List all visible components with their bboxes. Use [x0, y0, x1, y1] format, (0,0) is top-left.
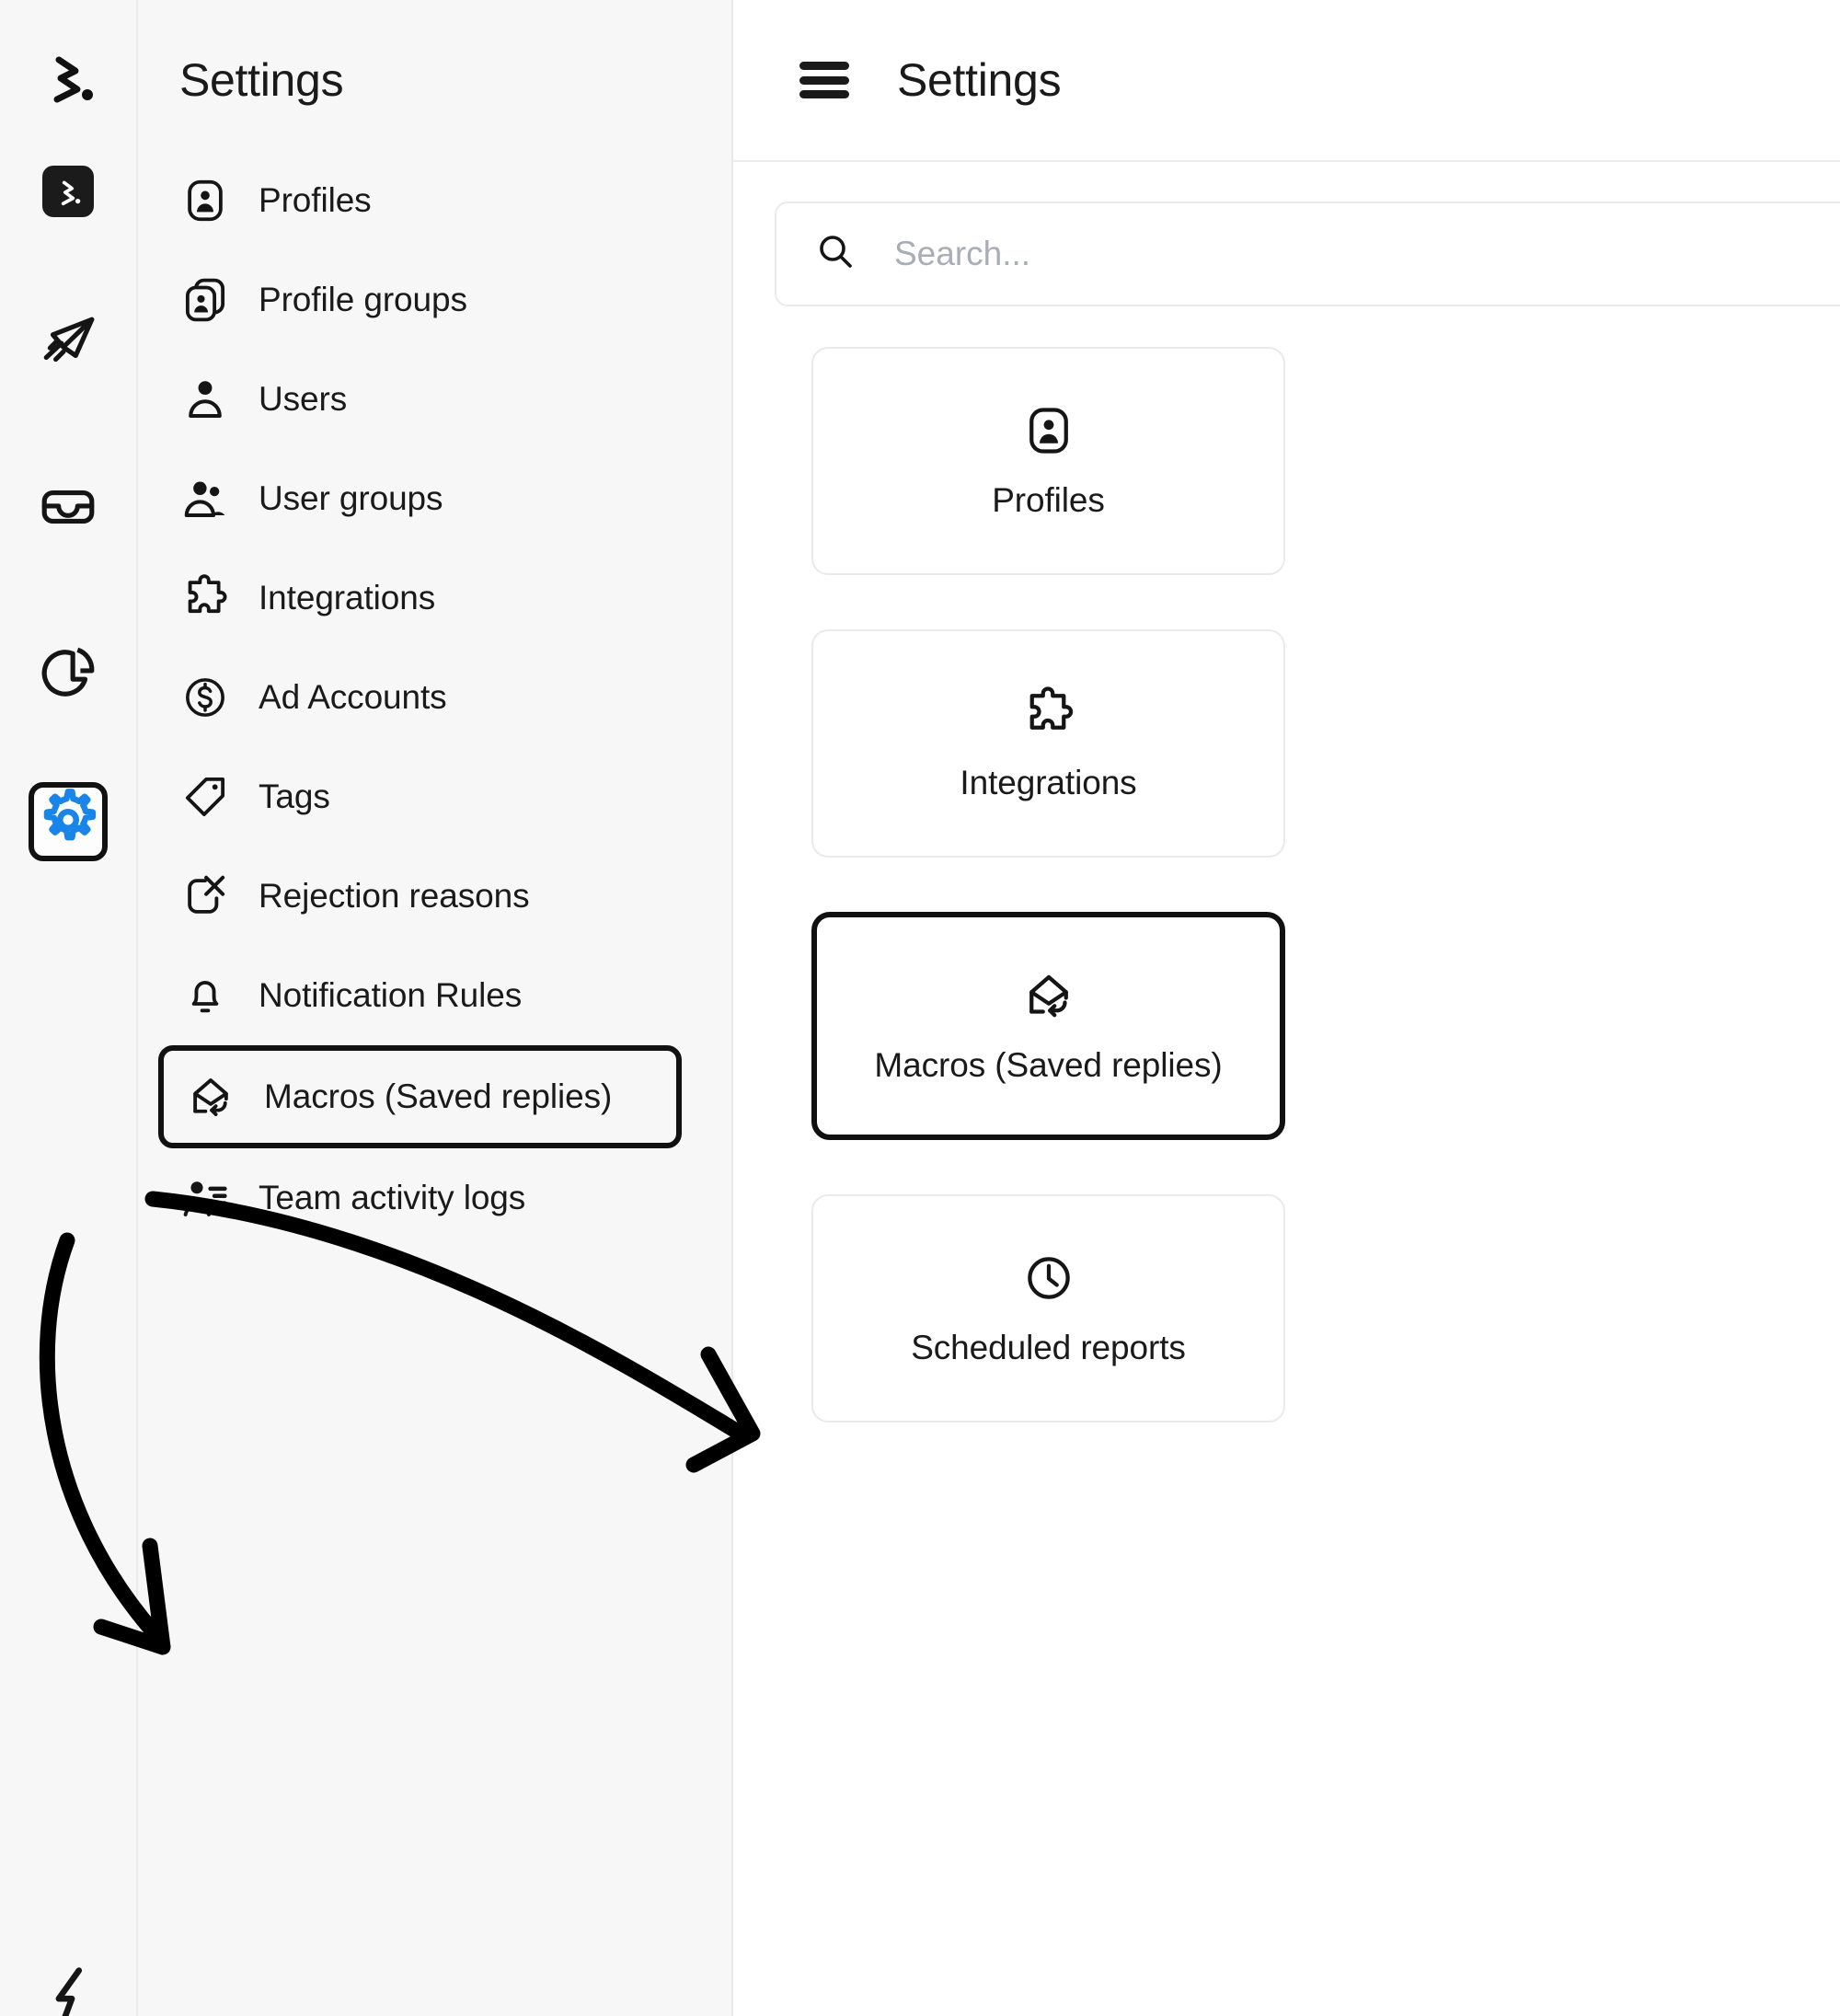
search-placeholder: Search...	[894, 235, 1031, 272]
nav-panel-title: Settings	[179, 54, 344, 106]
detail-header: Settings	[733, 0, 1840, 162]
open-envelope-reply-icon	[185, 1071, 236, 1123]
pie-chart-icon	[38, 642, 98, 708]
puzzle-piece-icon	[1021, 685, 1076, 742]
sidebar-item-ad-accounts[interactable]: Ad Accounts	[138, 648, 731, 747]
hamburger-menu-icon[interactable]	[799, 62, 849, 98]
rail-item-analytics[interactable]	[29, 635, 108, 714]
profile-card-icon	[1021, 402, 1076, 459]
sidebar-item-rejection-reasons[interactable]: Rejection reasons	[138, 847, 731, 946]
settings-screen: Settings Profiles Profile groups Users U…	[0, 0, 1840, 2016]
settings-card-macros[interactable]: Macros (Saved replies)	[811, 912, 1285, 1140]
sidebar-item-notification-rules[interactable]: Notification Rules	[138, 946, 731, 1045]
sidebar-item-label: Users	[259, 380, 348, 418]
sidebar-item-label: Rejection reasons	[259, 877, 530, 915]
profile-cards-stack-icon	[179, 274, 231, 326]
sidebar-item-label: Notification Rules	[259, 976, 523, 1014]
brand-zigzag-logo-icon[interactable]	[39, 44, 98, 109]
card-label: Macros (Saved replies)	[874, 1046, 1223, 1084]
sidebar-item-profiles[interactable]: Profiles	[138, 151, 731, 250]
settings-card-profiles[interactable]: Profiles	[811, 347, 1285, 575]
user-list-icon	[179, 1172, 231, 1224]
sidebar-item-users[interactable]: Users	[138, 350, 731, 449]
sidebar-item-label: Team activity logs	[259, 1179, 526, 1216]
sidebar-item-tags[interactable]: Tags	[138, 747, 731, 847]
card-label: Profiles	[992, 481, 1105, 519]
settings-card-scheduled-reports[interactable]: Scheduled reports	[811, 1194, 1285, 1423]
rail-item-partial-bottom[interactable]	[39, 1964, 103, 2016]
sidebar-item-label: Profile groups	[259, 281, 467, 318]
paper-plane-icon	[38, 311, 98, 376]
rail-item-inbox[interactable]	[29, 469, 108, 548]
sidebar-item-label: User groups	[259, 479, 443, 517]
rejection-x-icon	[179, 870, 231, 922]
sidebar-item-macros[interactable]: Macros (Saved replies)	[158, 1045, 682, 1148]
sidebar-item-integrations[interactable]: Integrations	[138, 548, 731, 648]
card-label: Integrations	[960, 764, 1137, 801]
bell-icon	[179, 970, 231, 1021]
settings-card-integrations[interactable]: Integrations	[811, 629, 1285, 858]
user-icon	[179, 374, 231, 425]
puzzle-piece-icon	[179, 572, 231, 624]
sidebar-item-label: Macros (Saved replies)	[264, 1077, 613, 1115]
sidebar-item-label: Ad Accounts	[259, 678, 447, 716]
inbox-icon	[38, 477, 98, 542]
open-envelope-reply-icon	[1021, 967, 1076, 1024]
dollar-circle-icon	[179, 672, 231, 723]
users-group-icon	[179, 473, 231, 524]
sidebar-item-user-groups[interactable]: User groups	[138, 449, 731, 548]
sidebar-item-label: Tags	[259, 778, 330, 815]
brand-zigzag-badge-icon[interactable]	[42, 166, 94, 217]
settings-card-grid: Profiles Integrations Macros (Saved repl…	[733, 347, 1840, 1423]
rail-item-settings[interactable]	[29, 782, 108, 861]
sidebar-item-label: Profiles	[259, 181, 372, 219]
gear-icon	[36, 788, 100, 857]
search-input[interactable]: Search...	[775, 202, 1840, 306]
clock-icon	[1021, 1250, 1076, 1307]
settings-nav-panel: Settings Profiles Profile groups Users U…	[138, 0, 733, 2016]
settings-nav-list: Profiles Profile groups Users User group…	[138, 151, 731, 1248]
profile-card-icon	[179, 175, 231, 226]
sidebar-item-label: Integrations	[259, 579, 436, 616]
tag-icon	[179, 771, 231, 823]
search-icon	[813, 230, 857, 279]
sidebar-item-profile-groups[interactable]: Profile groups	[138, 250, 731, 350]
page-title: Settings	[897, 54, 1062, 106]
card-label: Scheduled reports	[911, 1329, 1186, 1366]
app-icon-rail	[0, 0, 138, 2016]
settings-detail-panel: Settings Search... Profiles Integrations…	[733, 0, 1840, 2016]
sidebar-item-team-activity-logs[interactable]: Team activity logs	[138, 1148, 731, 1248]
rail-item-publish[interactable]	[29, 304, 108, 383]
